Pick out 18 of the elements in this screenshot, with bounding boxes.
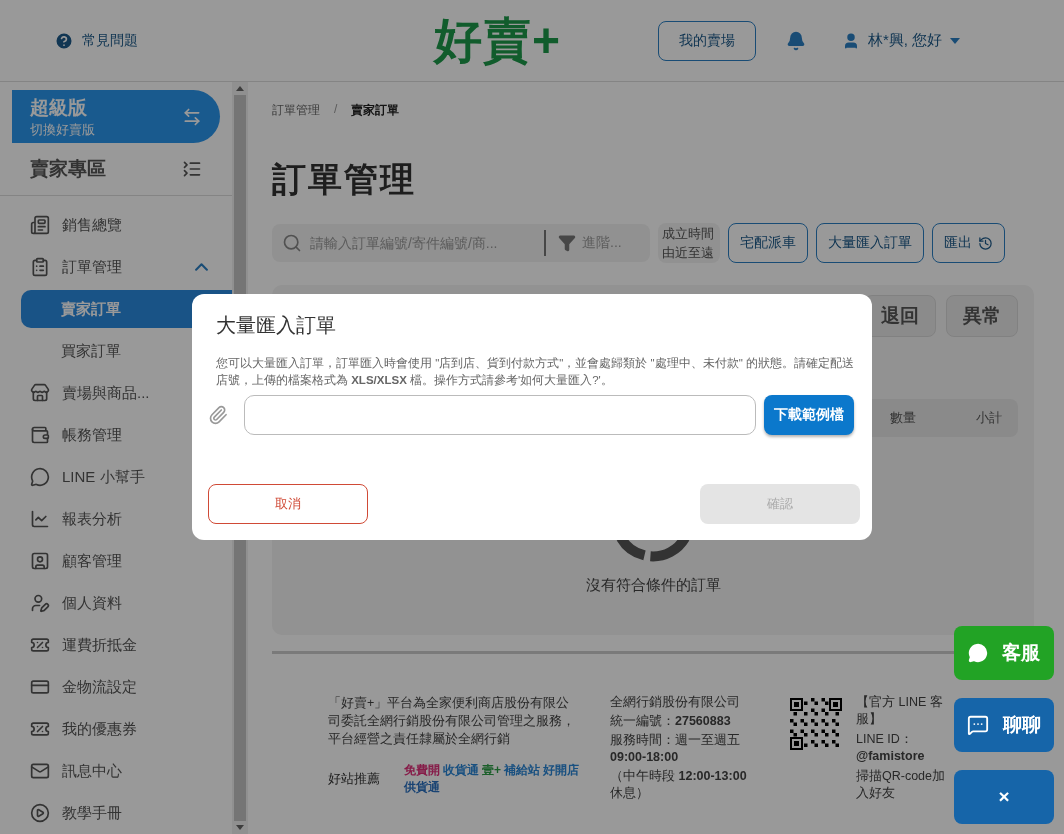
section-title: 賣家專區	[30, 157, 106, 182]
company-info: 統一編號：27560883	[610, 713, 732, 730]
logo: 好賣+	[434, 12, 563, 69]
dialog-description: 您可以大量匯入訂單，訂單匯入時會使用 "店到店、貨到付款方式"，並會處歸類於 "處理中、未付款" 的狀態。請確定配送店號，上傳的檔案格式為 XLS/XLSX 檔。操作方式請參考'如何大量匯入?'。	[216, 356, 855, 388]
company-info: （中午時段 12:00-13:00 休息）	[610, 768, 748, 802]
empty-message: 沒有符合條件的訂單	[585, 576, 721, 595]
line-info: 掃描QR-code加入好友	[856, 768, 946, 802]
column-header: 數量	[890, 409, 916, 427]
recommend-label: 好站推薦	[328, 770, 380, 788]
company-info: 全網行銷股份有限公司	[610, 694, 741, 711]
page-title: 訂單管理	[272, 159, 417, 200]
breadcrumb-item: 賣家訂單	[351, 102, 400, 119]
line-info: 【官方 LINE 客服】	[856, 694, 944, 728]
about-text: 「好賣+」平台為全家便利商店股份有限公司委託全網行銷股份有限公司管理之服務，平台經營之責任隸屬於全網行銷	[328, 695, 576, 748]
line-info: LINE ID：@famistore	[856, 731, 926, 765]
breadcrumb-separator: /	[334, 102, 338, 118]
column-header: 小計	[976, 409, 1002, 427]
company-info: 服務時間：週一至週五 09:00-18:00	[610, 732, 741, 766]
